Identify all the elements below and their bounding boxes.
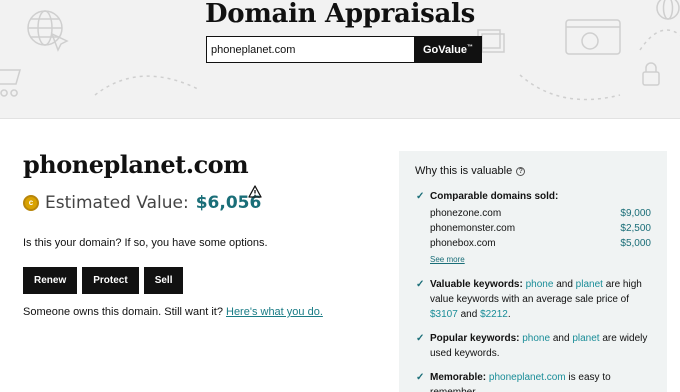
period: . [507, 309, 511, 320]
hero-banner: Domain Appraisals GoValue™ [0, 0, 680, 119]
and-text: and [552, 333, 570, 344]
estimated-value-label: Estimated Value: [45, 193, 189, 213]
estimated-value-row: c Estimated Value: $6,056 [23, 193, 261, 213]
keyword-planet: planet [575, 279, 603, 290]
action-buttons: Renew Protect Sell [23, 267, 184, 294]
govalue-button[interactable]: GoValue™ [414, 36, 482, 63]
check-icon: ✓ [416, 372, 425, 383]
memorable-domain: phoneplanet.com [488, 372, 566, 383]
protect-button[interactable]: Protect [82, 267, 139, 294]
price-planet: $2212 [480, 309, 508, 320]
comparable-domain: phonemonster.com [430, 223, 516, 234]
panel-title-text: Why this is valuable [415, 165, 513, 177]
check-icon: ✓ [416, 191, 425, 202]
and-text: and [556, 279, 573, 290]
check-icon: ✓ [416, 333, 425, 344]
keyword-planet: planet [572, 333, 600, 344]
popular-keywords-text: Popular keywords: phone and planet are w… [430, 331, 655, 361]
domain-title: phoneplanet.com [23, 150, 249, 179]
comparable-domain: phonebox.com [430, 238, 496, 249]
comparable-row: phonebox.com $5,000 [430, 238, 651, 249]
govalue-label: GoValue [422, 43, 468, 56]
comparable-title: Comparable domains sold: [430, 191, 559, 202]
comparable-price: $2,500 [620, 223, 651, 234]
page-title: Domain Appraisals [205, 0, 475, 29]
comparable-row: phonemonster.com $2,500 [430, 223, 651, 234]
renew-button[interactable]: Renew [23, 267, 78, 294]
trademark-mark: ™ [467, 43, 474, 50]
domain-search-input[interactable] [206, 36, 414, 63]
coin-icon: c [23, 195, 39, 211]
ownership-question: Is this your domain? If so, you have som… [23, 237, 268, 249]
panel-title: Why this is valuable ? [415, 165, 526, 177]
valuable-keywords-text: Valuable keywords: phone and planet are … [430, 277, 655, 322]
owned-message: Someone owns this domain. Still want it?… [23, 306, 323, 318]
owned-text: Someone owns this domain. Still want it? [23, 306, 223, 318]
info-icon[interactable]: ? [516, 166, 526, 176]
see-more-link[interactable]: See more [430, 255, 465, 264]
comparable-domain: phonezone.com [430, 208, 502, 219]
and-text: and [460, 309, 478, 320]
why-valuable-panel: Why this is valuable ? ✓ Comparable doma… [399, 151, 667, 392]
comparable-price: $5,000 [620, 238, 651, 249]
valuable-keywords-label: Valuable keywords: [430, 279, 523, 290]
keyword-phone: phone [522, 333, 551, 344]
check-icon: ✓ [416, 279, 425, 290]
lock-icon [642, 62, 660, 86]
comparable-price: $9,000 [620, 208, 651, 219]
memorable-label: Memorable: [430, 372, 487, 383]
keyword-phone: phone [525, 279, 554, 290]
memorable-text: Memorable: phoneplanet.com is easy to re… [430, 370, 655, 392]
warning-icon[interactable] [248, 185, 262, 198]
heres-what-you-do-link[interactable]: Here's what you do. [226, 306, 323, 318]
search-bar: GoValue™ [206, 36, 482, 63]
comparable-row: phonezone.com $9,000 [430, 208, 651, 219]
cart-icon [0, 69, 21, 97]
popular-keywords-label: Popular keywords: [430, 333, 520, 344]
price-phone: $3107 [430, 309, 458, 320]
sell-button[interactable]: Sell [143, 267, 184, 294]
